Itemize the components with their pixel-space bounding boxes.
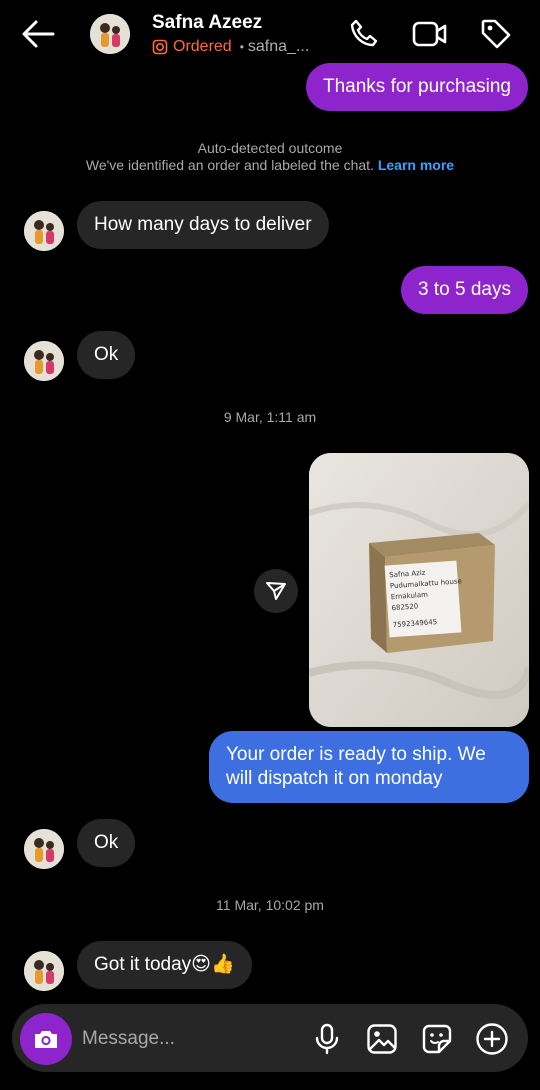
back-arrow-icon — [22, 20, 55, 48]
send-icon — [266, 582, 286, 600]
incoming-message[interactable]: How many days to deliver — [77, 201, 329, 249]
system-notice-title: Auto-detected outcome — [197, 140, 343, 156]
audio-call-button[interactable] — [344, 14, 384, 54]
learn-more-link[interactable]: Learn more — [378, 157, 454, 173]
contact-name[interactable]: Safna Azeez — [152, 12, 262, 34]
outgoing-message[interactable]: Your order is ready to ship. We will dis… — [209, 731, 529, 803]
incoming-message[interactable]: Ok — [77, 819, 136, 867]
message-avatar[interactable] — [24, 829, 64, 869]
camera-icon — [35, 1031, 57, 1048]
phone-icon — [350, 19, 378, 47]
image-icon — [367, 1024, 397, 1054]
microphone-icon — [315, 1023, 339, 1055]
voice-message-button[interactable] — [307, 1019, 347, 1059]
sticker-button[interactable] — [417, 1019, 457, 1059]
video-call-button[interactable] — [410, 14, 450, 54]
contact-avatar[interactable] — [90, 14, 130, 54]
sticker-icon — [422, 1024, 452, 1054]
message-avatar[interactable] — [24, 211, 64, 251]
camera-button[interactable] — [20, 1013, 72, 1065]
message-avatar[interactable] — [24, 951, 64, 991]
share-button[interactable] — [254, 569, 298, 613]
incoming-message[interactable]: Got it today😍👍 — [77, 941, 252, 989]
system-notice-text: We've identified an order and labeled th… — [85, 157, 374, 173]
video-camera-icon — [412, 21, 447, 47]
more-actions-button[interactable] — [472, 1019, 512, 1059]
timestamp: 11 Mar, 10:02 pm — [216, 897, 324, 913]
label-chat-button[interactable] — [476, 14, 516, 54]
plus-circle-icon — [476, 1023, 508, 1055]
outgoing-message[interactable]: 3 to 5 days — [401, 266, 528, 314]
order-status-label: Ordered — [173, 38, 232, 55]
message-avatar[interactable] — [24, 341, 64, 381]
gallery-button[interactable] — [362, 1019, 402, 1059]
contact-username: safna_... — [247, 38, 310, 55]
tag-icon — [481, 19, 511, 49]
outgoing-message[interactable]: Thanks for purchasing — [306, 63, 528, 111]
subtitle-separator: • — [239, 40, 244, 54]
timestamp: 9 Mar, 1:11 am — [223, 409, 317, 425]
order-status-icon — [152, 39, 168, 55]
shared-photo[interactable]: Safna Aziz Pudumalkattu house Ernakulam … — [309, 453, 529, 727]
back-button[interactable] — [18, 14, 58, 54]
contact-subtitle[interactable]: Ordered • safna_... — [152, 38, 309, 56]
incoming-message[interactable]: Ok — [77, 331, 136, 379]
system-notice: Auto-detected outcome We've identified a… — [0, 140, 540, 174]
message-input[interactable] — [82, 1024, 292, 1054]
